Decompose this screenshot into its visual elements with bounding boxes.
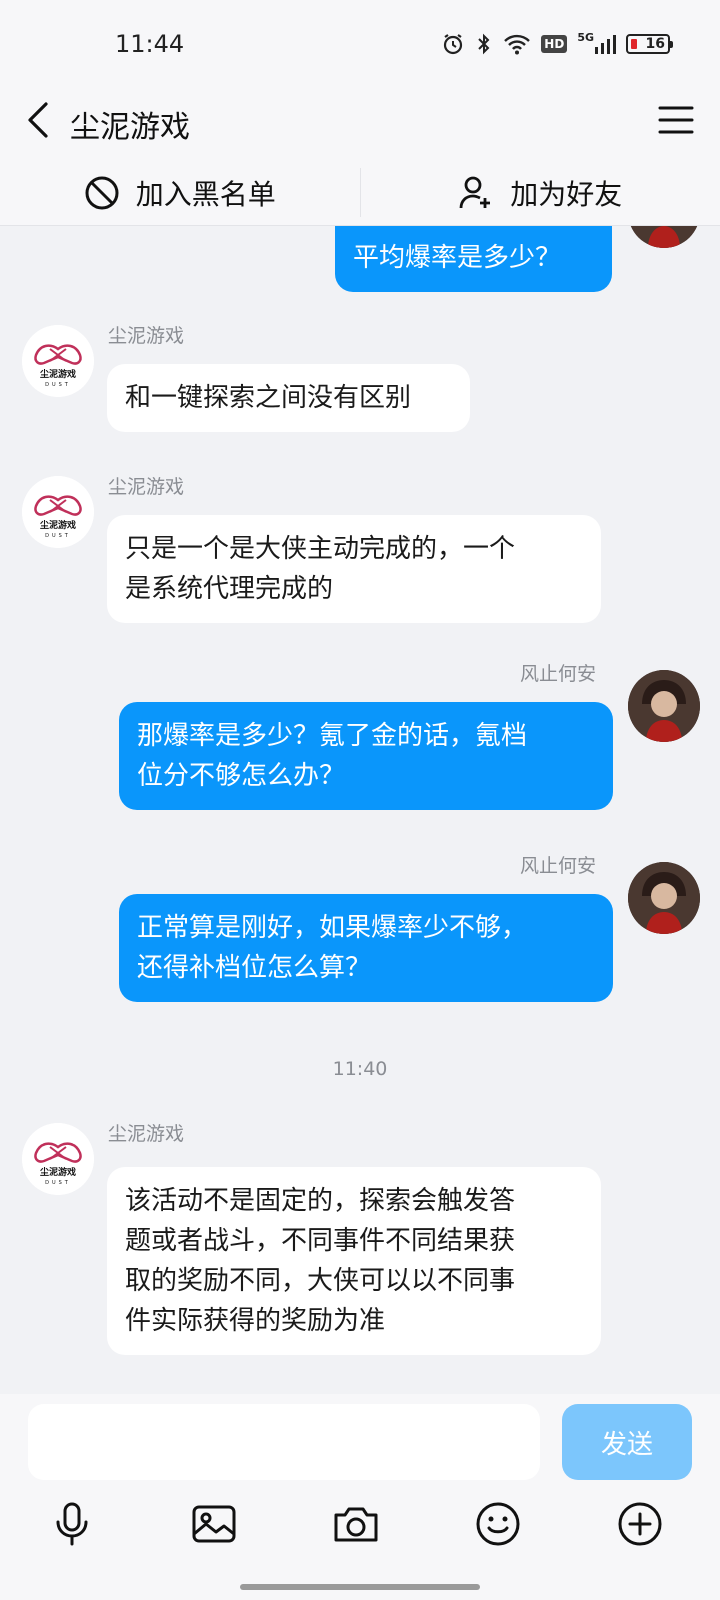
svg-text:尘泥游戏: 尘泥游戏 — [40, 519, 76, 531]
message-line: 是系统代理完成的 — [125, 574, 334, 604]
svg-text:尘泥游戏: 尘泥游戏 — [40, 1166, 76, 1178]
block-label: 加入黑名单 — [135, 177, 276, 211]
avatar[interactable]: 尘泥游戏 DUST — [22, 476, 94, 548]
add-user-icon — [459, 176, 491, 208]
page-title: 尘泥游戏 — [70, 110, 190, 145]
message-line: 件实际获得的奖励为准 — [125, 1306, 386, 1336]
voice-button[interactable] — [48, 1500, 96, 1548]
chat-list[interactable]: 平均爆率是多少？ 尘泥游戏 DUST 尘泥游戏 和一键探索之间没有区别 尘泥游戏… — [0, 226, 720, 1394]
battery-icon: 16 — [626, 34, 673, 54]
hamburger-menu-icon — [658, 106, 694, 134]
message-line: 题或者战斗，不同事件不同结果获 — [125, 1226, 516, 1256]
message-text: 平均爆率是多少？ — [353, 243, 562, 273]
avatar[interactable]: 尘泥游戏 DUST — [22, 1123, 94, 1195]
send-button[interactable]: 发送 — [562, 1404, 692, 1480]
plus-icon — [618, 1502, 662, 1546]
brand-logo: 尘泥游戏 DUST — [22, 325, 94, 397]
message-bubble[interactable]: 只是一个是大侠主动完成的，一个 是系统代理完成的 — [107, 515, 601, 623]
sender-name: 尘泥游戏 — [108, 325, 185, 347]
bluetooth-icon — [475, 32, 493, 56]
message-bubble[interactable]: 那爆率是多少？氪了金的话，氪档 位分不够怎么办？ — [119, 702, 613, 810]
input-area: 发送 — [0, 1394, 720, 1600]
svg-text:尘泥游戏: 尘泥游戏 — [40, 368, 76, 380]
avatar[interactable] — [628, 862, 700, 934]
message-timestamp: 11:40 — [332, 1058, 388, 1080]
sender-name: 尘泥游戏 — [108, 1123, 185, 1145]
message-bubble[interactable]: 平均爆率是多少？ — [335, 226, 612, 292]
block-button[interactable]: 加入黑名单 — [0, 160, 360, 225]
message-input[interactable] — [28, 1404, 540, 1480]
back-button[interactable] — [22, 100, 62, 140]
svg-text:DUST: DUST — [45, 382, 71, 388]
brand-logo: 尘泥游戏 DUST — [22, 1123, 94, 1195]
svg-text:DUST: DUST — [45, 1180, 71, 1186]
sender-name: 风止何安 — [520, 663, 597, 685]
chat-header: 尘泥游戏 — [0, 90, 720, 160]
sender-name: 尘泥游戏 — [108, 476, 185, 498]
status-bar: 11:44 HD 5G 16 — [0, 0, 720, 90]
action-bar: 加入黑名单 加为好友 — [0, 160, 720, 226]
brand-logo: 尘泥游戏 DUST — [22, 476, 94, 548]
camera-icon — [334, 1507, 378, 1542]
add-friend-label: 加为好友 — [510, 177, 623, 211]
add-friend-button[interactable]: 加为好友 — [361, 160, 720, 225]
sender-name: 风止何安 — [520, 855, 597, 877]
status-time: 11:44 — [115, 30, 185, 58]
message-line: 该活动不是固定的，探索会触发答 — [125, 1186, 516, 1216]
more-button[interactable] — [616, 1500, 664, 1548]
image-button[interactable] — [190, 1500, 238, 1548]
message-bubble[interactable]: 该活动不是固定的，探索会触发答 题或者战斗，不同事件不同结果获 取的奖励不同，大… — [107, 1167, 601, 1355]
message-line: 还得补档位怎么算？ — [137, 953, 372, 983]
message-line: 那爆率是多少？氪了金的话，氪档 — [137, 721, 528, 751]
avatar[interactable] — [628, 670, 700, 742]
camera-button[interactable] — [332, 1500, 380, 1548]
input-toolbar — [0, 1500, 720, 1560]
message-bubble[interactable]: 正常算是刚好，如果爆率少不够， 还得补档位怎么算？ — [119, 894, 613, 1002]
message-bubble[interactable]: 和一键探索之间没有区别 — [107, 364, 470, 432]
menu-button[interactable] — [658, 102, 694, 138]
home-indicator[interactable] — [240, 1584, 480, 1590]
image-icon — [192, 1505, 236, 1543]
emoji-button[interactable] — [474, 1500, 522, 1548]
microphone-icon — [56, 1502, 88, 1546]
battery-level: 16 — [645, 36, 665, 52]
network-type: 5G — [577, 31, 594, 44]
status-icons: HD 5G 16 — [441, 31, 673, 56]
avatar[interactable] — [628, 226, 700, 248]
avatar[interactable]: 尘泥游戏 DUST — [22, 325, 94, 397]
signal-icon: 5G — [577, 31, 616, 55]
block-icon — [85, 176, 119, 209]
message-text: 和一键探索之间没有区别 — [125, 383, 412, 413]
hd-icon: HD — [541, 35, 568, 53]
svg-text:DUST: DUST — [45, 533, 71, 539]
message-line: 只是一个是大侠主动完成的，一个 — [125, 534, 516, 564]
message-line: 位分不够怎么办？ — [137, 761, 346, 791]
message-line: 取的奖励不同，大侠可以以不同事 — [125, 1266, 516, 1296]
message-line: 正常算是刚好，如果爆率少不够， — [137, 913, 528, 943]
chevron-left-icon — [28, 102, 48, 138]
wifi-icon — [503, 33, 531, 55]
emoji-icon — [476, 1502, 520, 1546]
alarm-icon — [441, 32, 465, 56]
